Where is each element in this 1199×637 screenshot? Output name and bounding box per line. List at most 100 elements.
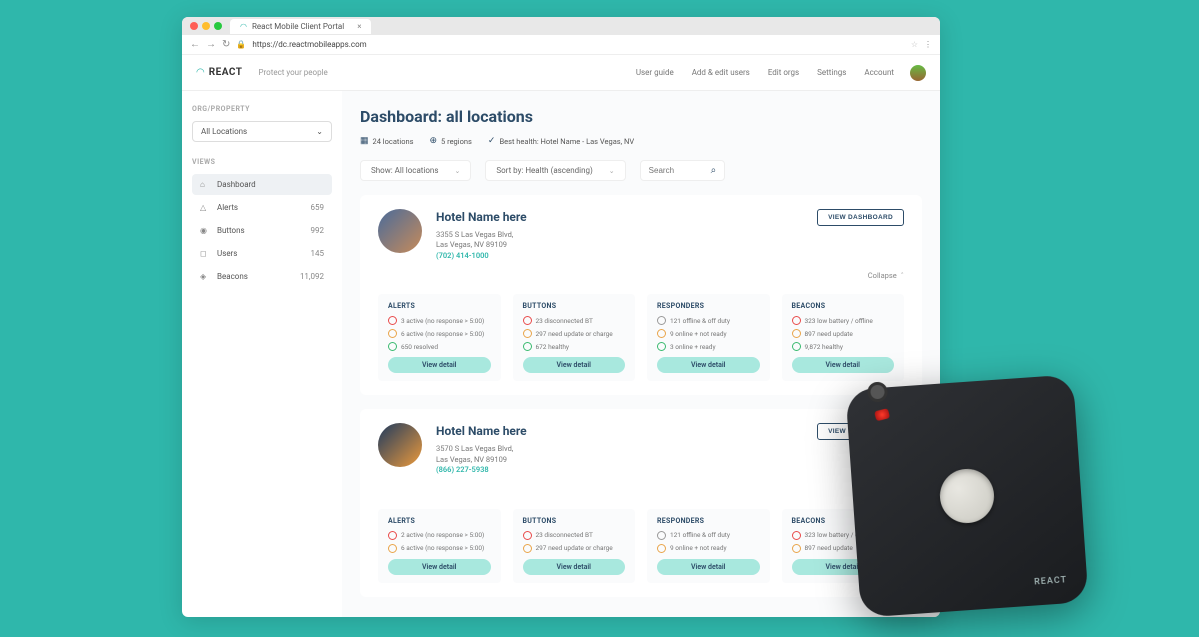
browser-tab[interactable]: ◠ React Mobile Client Portal × [230,19,371,34]
metric-title: ALERTS [388,517,491,525]
url-text[interactable]: https://dc.reactmobileapps.com [252,40,904,49]
forward-icon[interactable]: → [206,39,216,50]
status-icon [523,316,532,325]
view-detail-button[interactable]: View detail [792,357,895,373]
stats-row: ▦24 locations ⊕5 regions ✓Best health: H… [360,136,922,146]
beacons-icon: ◈ [200,272,210,281]
nav-settings[interactable]: Settings [817,68,846,77]
metric-row: 3 online + ready [657,342,760,351]
maximize-icon[interactable] [214,22,222,30]
location-address2: Las Vegas, NV 89109 [436,455,803,466]
status-icon [388,342,397,351]
view-detail-button[interactable]: View detail [388,357,491,373]
filter-sort-select[interactable]: Sort by: Health (ascending)⌄ [485,160,625,181]
minimize-icon[interactable] [202,22,210,30]
logo-icon: ◠ [196,67,205,78]
logo-text: REACT [209,67,243,78]
location-card: Hotel Name here 3355 S Las Vegas Blvd, L… [360,195,922,395]
metric-row: 297 need update or charge [523,329,626,338]
window-controls[interactable] [190,22,222,30]
status-icon [388,531,397,540]
metric-row: 9 online + not ready [657,329,760,338]
back-icon[interactable]: ← [190,39,200,50]
sidebar-item-label: Dashboard [217,180,256,189]
close-icon[interactable] [190,22,198,30]
metric-row: 650 resolved [388,342,491,351]
sidebar-item-label: Alerts [217,203,238,212]
close-tab-icon[interactable]: × [357,22,361,31]
location-phone[interactable]: (866) 227-5938 [436,465,803,476]
view-detail-button[interactable]: View detail [523,357,626,373]
avatar[interactable] [910,65,926,81]
search-box[interactable]: ⌕ [640,160,726,181]
views-section-label: VIEWS [192,158,332,166]
metric-alerts: ALERTS3 active (no response > 5:00)6 act… [378,294,501,381]
stat-best-health: ✓Best health: Hotel Name - Las Vegas, NV [488,136,634,146]
metric-title: BUTTONS [523,517,626,525]
tab-title: React Mobile Client Portal [252,22,344,31]
reload-icon[interactable]: ↻ [222,39,230,50]
status-icon [523,544,532,553]
sidebar-item-beacons[interactable]: ◈Beacons11,092 [192,266,332,287]
bookmark-icon[interactable]: ☆ [911,40,918,49]
sidebar-item-alerts[interactable]: △Alerts659 [192,197,332,218]
sidebar-item-buttons[interactable]: ◉Buttons992 [192,220,332,241]
org-select-value: All Locations [201,127,247,136]
browser-menu-icon[interactable]: ⋮ [924,40,932,49]
status-icon [657,329,666,338]
status-icon [523,329,532,338]
sidebar-item-label: Users [217,249,237,258]
view-detail-button[interactable]: View detail [657,559,760,575]
metric-responders: RESPONDERS121 offline & off duty9 online… [647,294,770,381]
metric-row: 323 low battery / offline [792,316,895,325]
status-icon [657,531,666,540]
nav-user-guide[interactable]: User guide [636,68,674,77]
location-phone[interactable]: (702) 414-1000 [436,251,803,262]
location-address: 3355 S Las Vegas Blvd, [436,230,803,241]
app-header: ◠ REACT Protect your people User guide A… [182,55,940,91]
globe-icon: ⊕ [429,136,437,146]
tab-bar: ◠ React Mobile Client Portal × [182,17,940,35]
nav-add-users[interactable]: Add & edit users [692,68,750,77]
chevron-down-icon: ⌄ [316,127,323,136]
stat-regions: ⊕5 regions [429,136,471,146]
collapse-toggle[interactable]: Collapse ˆ [378,271,904,280]
logo[interactable]: ◠ REACT [196,67,243,78]
sidebar: ORG/PROPERTY All Locations ⌄ VIEWS ⌂Dash… [182,91,342,617]
location-name: Hotel Name here [436,209,803,226]
status-icon [523,531,532,540]
filter-show-select[interactable]: Show: All locations⌄ [360,160,471,181]
nav-account[interactable]: Account [864,68,894,77]
metric-buttons: BUTTONS 23 disconnected BT 297 need update… [513,294,636,381]
metric-row: 3 active (no response > 5:00) [388,316,491,325]
location-address2: Las Vegas, NV 89109 [436,240,803,251]
location-image [378,423,422,467]
buttons-icon: ◉ [200,226,210,235]
search-input[interactable] [649,166,705,175]
stat-locations: ▦24 locations [360,136,413,146]
metric-title: BUTTONS [523,302,626,310]
metric-row: 23 disconnected BT [523,316,626,325]
view-detail-button[interactable]: View detail [388,559,491,575]
view-detail-button[interactable]: View detail [523,559,626,575]
org-select[interactable]: All Locations ⌄ [192,121,332,142]
metric-row: 6 active (no response > 5:00) [388,544,491,553]
sidebar-item-count: 992 [311,226,325,235]
search-icon[interactable]: ⌕ [711,165,717,176]
sidebar-item-dashboard[interactable]: ⌂Dashboard [192,174,332,195]
metric-row: 672 healthy [523,342,626,351]
nav-edit-orgs[interactable]: Edit orgs [768,68,799,77]
metric-alerts: ALERTS2 active (no response > 5:00)6 act… [378,509,501,583]
collapse-toggle[interactable]: Collapse ˆ [378,486,904,495]
metric-row: 23 disconnected BT [523,531,626,540]
chevron-down-icon: ⌄ [454,167,460,175]
device-led-icon [874,408,890,421]
status-icon [792,316,801,325]
sidebar-item-count: 11,092 [300,272,324,281]
page-title: Dashboard: all locations [360,107,922,126]
view-dashboard-button[interactable]: VIEW DASHBOARD [817,209,904,226]
metric-row: 6 active (no response > 5:00) [388,329,491,338]
sidebar-item-users[interactable]: ◻Users145 [192,243,332,264]
view-detail-button[interactable]: View detail [657,357,760,373]
location-address: 3570 S Las Vegas Blvd, [436,444,803,455]
